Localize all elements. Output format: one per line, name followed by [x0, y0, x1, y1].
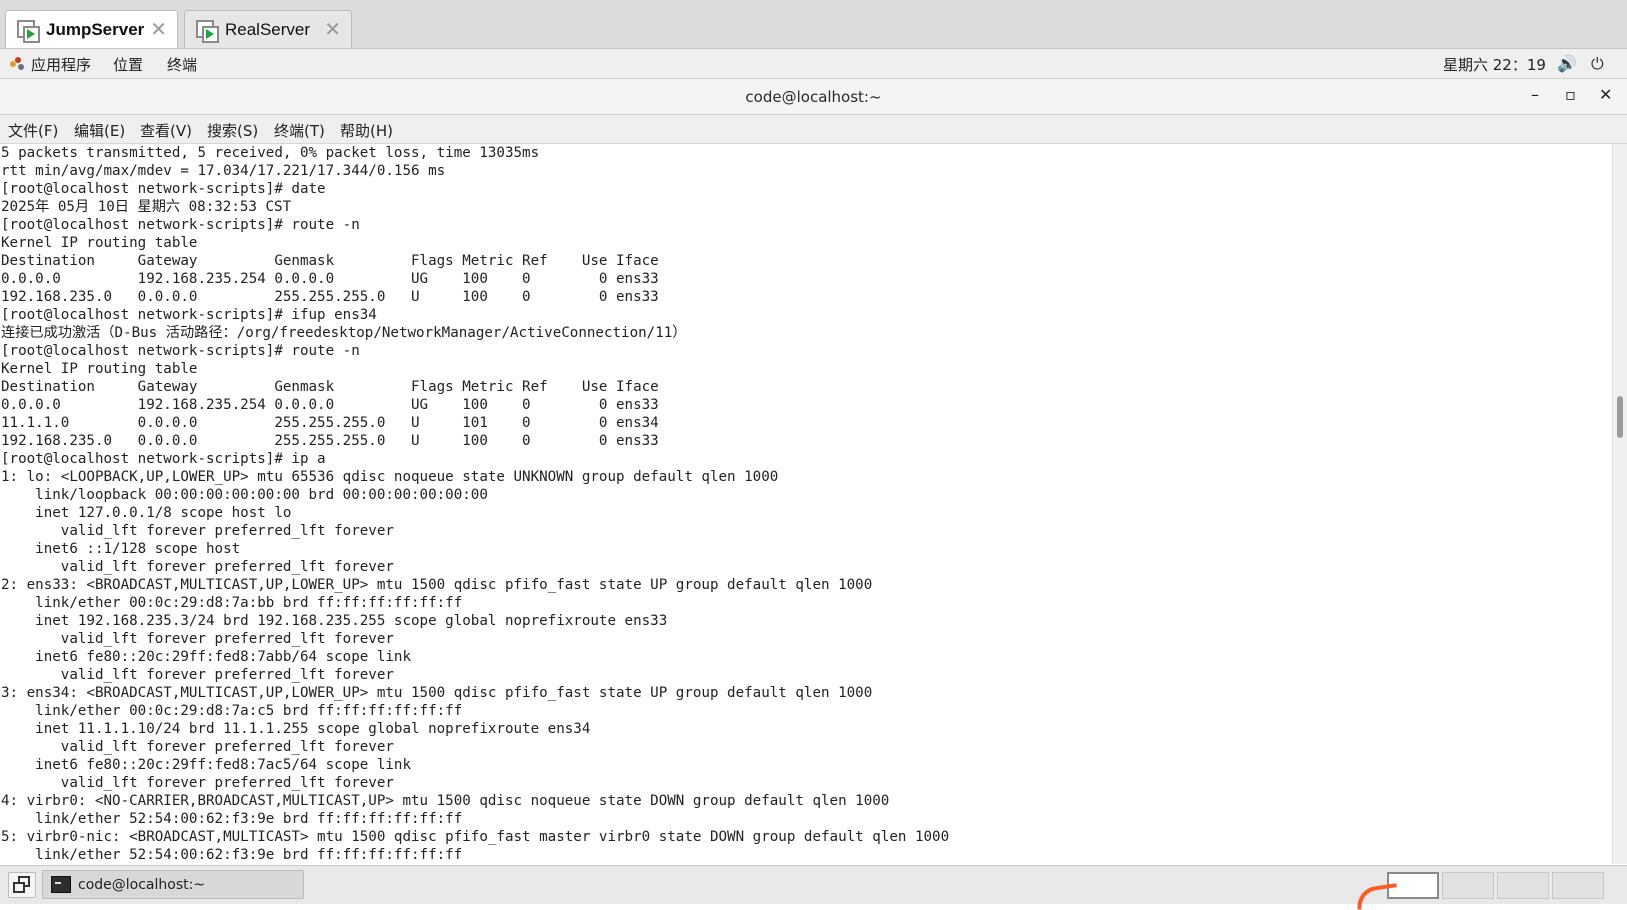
menu-search[interactable]: 搜索(S): [207, 120, 258, 141]
show-desktop-icon[interactable]: [8, 872, 36, 898]
terminal-line: 4: virbr0: <NO-CARRIER,BROADCAST,MULTICA…: [1, 793, 890, 809]
workspace-2[interactable]: [1442, 872, 1494, 899]
applications-menu[interactable]: 应用程序: [31, 54, 91, 75]
terminal-text: 5 packets transmitted, 5 received, 0% pa…: [0, 144, 1612, 864]
volume-icon[interactable]: 🔊: [1557, 54, 1577, 73]
maximize-button[interactable]: ▫: [1565, 85, 1576, 104]
clock[interactable]: 星期六 22：19: [1443, 54, 1546, 75]
terminal-line: [root@localhost network-scripts]# route …: [1, 217, 360, 233]
tab-realserver[interactable]: RealServer ✕: [184, 10, 352, 48]
top-panel: 应用程序 位置 终端 星期六 22：19 🔊 ⏻: [0, 49, 1627, 79]
terminal-line: 5: virbr0-nic: <BROADCAST,MULTICAST> mtu…: [1, 829, 950, 845]
tab-label: RealServer: [225, 19, 311, 39]
terminal-line: link/ether 00:0c:29:d8:7a:c5 brd ff:ff:f…: [1, 703, 463, 719]
terminal-line: valid_lft forever preferred_lft forever: [1, 631, 394, 647]
vm-running-icon: [195, 19, 219, 43]
terminal-line: 2: ens33: <BROADCAST,MULTICAST,UP,LOWER_…: [1, 577, 873, 593]
terminal-line: [root@localhost network-scripts]# ifup e…: [1, 307, 377, 323]
close-tab-icon[interactable]: ✕: [324, 19, 341, 39]
terminal-line: 5 packets transmitted, 5 received, 0% pa…: [1, 145, 540, 161]
close-tab-icon[interactable]: ✕: [150, 19, 167, 39]
terminal-icon: [51, 876, 71, 893]
menu-terminal[interactable]: 终端(T): [274, 120, 325, 141]
workspace-4[interactable]: [1552, 872, 1604, 899]
tab-label: JumpServer: [46, 19, 145, 39]
minimize-button[interactable]: –: [1531, 85, 1539, 104]
tab-jumpserver[interactable]: JumpServer ✕: [5, 10, 178, 48]
terminal-line: 0.0.0.0 192.168.235.254 0.0.0.0 UG 100 0…: [1, 397, 659, 413]
terminal-line: valid_lft forever preferred_lft forever: [1, 775, 394, 791]
taskbar-window-label: code@localhost:~: [78, 876, 206, 893]
terminal-line: [root@localhost network-scripts]# route …: [1, 343, 360, 359]
terminal-line: rtt min/avg/max/mdev = 17.034/17.221/17.…: [1, 163, 446, 179]
terminal-line: 1: lo: <LOOPBACK,UP,LOWER_UP> mtu 65536 …: [1, 469, 779, 485]
terminal-line: 2025年 05月 10日 星期六 08:32:53 CST: [1, 199, 292, 215]
terminal-line: link/ether 00:0c:29:d8:7a:bb brd ff:ff:f…: [1, 595, 463, 611]
terminal-line: Destination Gateway Genmask Flags Metric…: [1, 379, 659, 395]
window-titlebar[interactable]: code@localhost:~ – ▫ ✕: [0, 79, 1627, 115]
terminal-line: inet 127.0.0.1/8 scope host lo: [1, 505, 292, 521]
terminal-line: link/ether 52:54:00:62:f3:9e brd ff:ff:f…: [1, 847, 463, 863]
gnome-foot-icon: [10, 57, 24, 71]
terminal-line: link/loopback 00:00:00:00:00:00 brd 00:0…: [1, 487, 488, 503]
terminal-line: valid_lft forever preferred_lft forever: [1, 739, 394, 755]
terminal-line: 192.168.235.0 0.0.0.0 255.255.255.0 U 10…: [1, 433, 659, 449]
terminal-menubar: 文件(F) 编辑(E) 查看(V) 搜索(S) 终端(T) 帮助(H): [0, 115, 1627, 144]
places-menu[interactable]: 位置: [113, 54, 143, 75]
terminal-line: valid_lft forever preferred_lft forever: [1, 559, 394, 575]
terminal-line: inet6 ::1/128 scope host: [1, 541, 241, 557]
terminal-line: Kernel IP routing table: [1, 235, 198, 251]
power-icon[interactable]: ⏻: [1591, 54, 1604, 74]
scrollbar-thumb[interactable]: [1617, 396, 1623, 438]
menu-edit[interactable]: 编辑(E): [74, 120, 125, 141]
vm-tab-bar: JumpServer ✕ RealServer ✕: [0, 0, 1627, 49]
terminal-line: [root@localhost network-scripts]# date: [1, 181, 326, 197]
terminal-line: inet 192.168.235.3/24 brd 192.168.235.25…: [1, 613, 668, 629]
menu-view[interactable]: 查看(V): [140, 120, 192, 141]
terminal-scrollbar[interactable]: [1612, 144, 1627, 864]
terminal-output[interactable]: 5 packets transmitted, 5 received, 0% pa…: [0, 144, 1612, 864]
close-window-button[interactable]: ✕: [1599, 85, 1612, 104]
terminal-line: 3: ens34: <BROADCAST,MULTICAST,UP,LOWER_…: [1, 685, 873, 701]
terminal-line: valid_lft forever preferred_lft forever: [1, 667, 394, 683]
window-title: code@localhost:~: [745, 88, 882, 106]
terminal-menu[interactable]: 终端: [167, 54, 197, 75]
terminal-line: link/ether 52:54:00:62:f3:9e brd ff:ff:f…: [1, 811, 463, 827]
menu-file[interactable]: 文件(F): [8, 120, 58, 141]
terminal-line: 192.168.235.0 0.0.0.0 255.255.255.0 U 10…: [1, 289, 659, 305]
terminal-line: inet6 fe80::20c:29ff:fed8:7abb/64 scope …: [1, 649, 411, 665]
terminal-line: valid_lft forever preferred_lft forever: [1, 523, 394, 539]
terminal-line: inet 11.1.1.10/24 brd 11.1.1.255 scope g…: [1, 721, 591, 737]
terminal-line: inet6 fe80::20c:29ff:fed8:7ac5/64 scope …: [1, 757, 411, 773]
terminal-line: 0.0.0.0 192.168.235.254 0.0.0.0 UG 100 0…: [1, 271, 659, 287]
menu-help[interactable]: 帮助(H): [340, 120, 393, 141]
vm-running-icon: [16, 19, 40, 43]
terminal-line: Kernel IP routing table: [1, 361, 198, 377]
terminal-line: Destination Gateway Genmask Flags Metric…: [1, 253, 659, 269]
taskbar-window-button[interactable]: code@localhost:~: [42, 870, 304, 899]
workspace-3[interactable]: [1497, 872, 1549, 899]
terminal-line: 11.1.1.0 0.0.0.0 255.255.255.0 U 101 0 0…: [1, 415, 659, 431]
terminal-line: [root@localhost network-scripts]# ip a: [1, 451, 326, 467]
terminal-line: 连接已成功激活（D-Bus 活动路径：/org/freedesktop/Netw…: [1, 325, 687, 341]
